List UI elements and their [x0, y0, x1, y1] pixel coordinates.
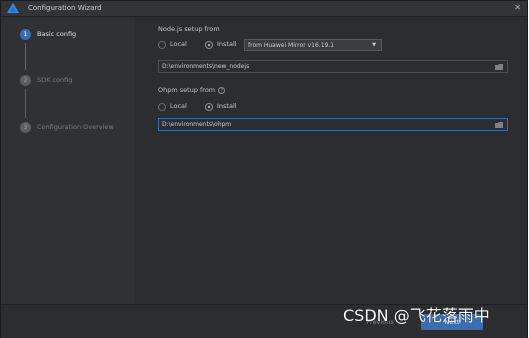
nodejs-path-field[interactable]: D:\environments\new_nodejs: [158, 60, 508, 73]
step-basic-config[interactable]: 1 Basic config: [1, 27, 135, 43]
mirror-select-value: from Huawei Mirror v16.19.1: [248, 42, 335, 49]
deveco-logo-icon: [7, 3, 19, 13]
ohpm-path-field[interactable]: D:\environments\ohpm: [158, 118, 508, 131]
step-number-badge: 3: [20, 122, 31, 133]
chevron-down-icon: ▼: [372, 42, 376, 48]
step-connector-spacer: [25, 54, 26, 70]
step-number-badge: 1: [20, 29, 31, 40]
ohpm-local-radio[interactable]: [158, 103, 166, 111]
nodejs-local-radio[interactable]: [158, 41, 166, 49]
ohpm-section-label: Ohpm setup from?: [158, 86, 226, 95]
csdn-watermark: CSDN @飞花落雨中: [343, 306, 490, 325]
ohpm-install-label: Install: [217, 102, 237, 110]
nodejs-install-label: Install: [217, 40, 237, 48]
basic-config-panel: Node.js setup from Local Install from Hu…: [135, 17, 527, 304]
configuration-wizard-window: Configuration Wizard ✕ 1 Basic config 2 …: [0, 0, 528, 338]
nodejs-install-radio[interactable]: [205, 41, 213, 49]
step-label: Basic config: [37, 30, 77, 38]
folder-icon[interactable]: [495, 122, 503, 128]
ohpm-label-text: Ohpm setup from: [158, 86, 216, 94]
step-label: Configuration Overview: [37, 123, 114, 131]
step-connector: [25, 89, 26, 118]
step-number-badge: 2: [20, 75, 31, 86]
ohpm-path-value: D:\environments\ohpm: [162, 121, 232, 128]
step-label: SDK config: [37, 76, 73, 84]
step-sdk-config[interactable]: 2 SDK config: [1, 73, 135, 89]
help-icon[interactable]: ?: [218, 86, 226, 94]
nodejs-section-label: Node.js setup from: [158, 25, 220, 33]
nodejs-mirror-select[interactable]: from Huawei Mirror v16.19.1 ▼: [244, 39, 382, 51]
wizard-steps-sidebar: 1 Basic config 2 SDK config 3 Configurat…: [1, 17, 135, 304]
nodejs-path-value: D:\environments\new_nodejs: [162, 63, 250, 70]
step-configuration-overview[interactable]: 3 Configuration Overview: [1, 120, 135, 136]
title-bar: Configuration Wizard ✕: [1, 1, 527, 17]
close-icon[interactable]: ✕: [514, 3, 521, 13]
ohpm-local-label: Local: [170, 102, 187, 110]
nodejs-local-label: Local: [170, 40, 187, 48]
window-title: Configuration Wizard: [28, 4, 102, 12]
ohpm-install-radio[interactable]: [205, 103, 213, 111]
folder-icon[interactable]: [495, 64, 503, 70]
